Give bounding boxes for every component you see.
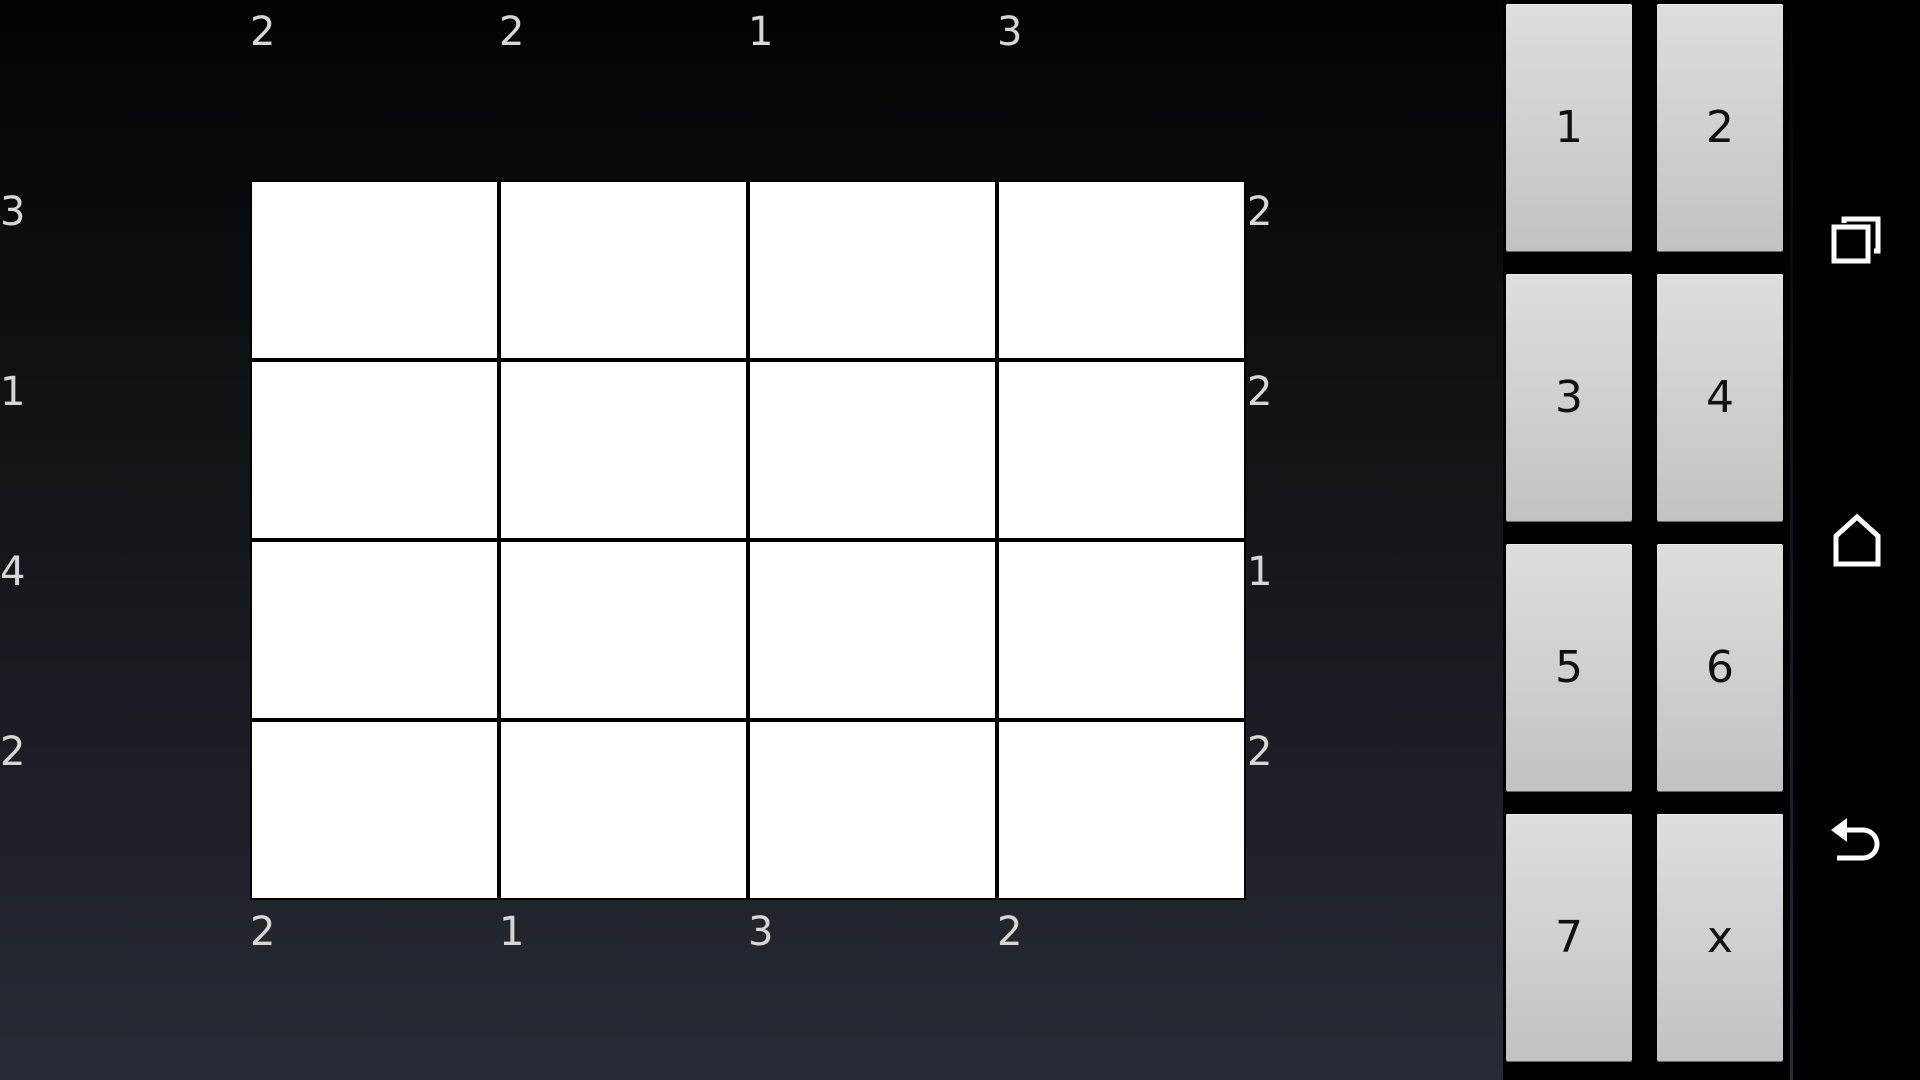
back-button[interactable] xyxy=(1793,780,1920,900)
right-clue-3: 1 xyxy=(1247,549,1273,595)
grid-cell-r3c2[interactable] xyxy=(501,542,746,718)
clear-x-button[interactable]: x xyxy=(1657,814,1783,1061)
key-4-button[interactable]: 4 xyxy=(1657,274,1783,521)
home-icon xyxy=(1833,513,1880,567)
bottom-clue-2: 1 xyxy=(499,909,525,955)
recent-apps-icon xyxy=(1831,216,1880,264)
right-clue-1: 2 xyxy=(1247,189,1273,235)
right-clue-2: 2 xyxy=(1247,369,1273,415)
grid-cell-r1c1[interactable] xyxy=(252,182,497,358)
grid-cell-r1c4[interactable] xyxy=(999,182,1244,358)
bottom-clue-4: 2 xyxy=(997,909,1023,955)
grid-cell-r1c3[interactable] xyxy=(750,182,995,358)
left-clue-3: 4 xyxy=(0,549,26,595)
top-clue-2: 2 xyxy=(499,9,525,55)
back-icon xyxy=(1830,818,1879,861)
key-3-button[interactable]: 3 xyxy=(1506,274,1632,521)
bottom-clue-1: 2 xyxy=(250,909,276,955)
bottom-clue-3: 3 xyxy=(748,909,774,955)
grid-cell-r2c4[interactable] xyxy=(999,362,1244,538)
left-clue-1: 3 xyxy=(0,189,26,235)
grid-cell-r3c4[interactable] xyxy=(999,542,1244,718)
key-1-button[interactable]: 1 xyxy=(1506,4,1632,251)
key-2-button[interactable]: 2 xyxy=(1657,4,1783,251)
grid-cell-r1c2[interactable] xyxy=(501,182,746,358)
puzzle-grid xyxy=(250,180,1246,900)
grid-cell-r3c1[interactable] xyxy=(252,542,497,718)
key-5-button[interactable]: 5 xyxy=(1506,544,1632,791)
right-clue-4: 2 xyxy=(1247,729,1273,775)
number-keypad: 1 2 3 4 5 6 7 x xyxy=(1503,0,1790,1080)
puzzle-screen: 2 2 1 3 3 1 4 2 2 2 1 2 2 1 3 2 1 2 3 4 … xyxy=(0,0,1920,1080)
grid-cell-r2c1[interactable] xyxy=(252,362,497,538)
grid-cell-r2c3[interactable] xyxy=(750,362,995,538)
key-7-button[interactable]: 7 xyxy=(1506,814,1632,1061)
left-clue-2: 1 xyxy=(0,369,26,415)
grid-cell-r3c3[interactable] xyxy=(750,542,995,718)
grid-cell-r4c3[interactable] xyxy=(750,722,995,898)
grid-cell-r4c2[interactable] xyxy=(501,722,746,898)
navigation-bar xyxy=(1793,0,1920,1080)
grid-cell-r2c2[interactable] xyxy=(501,362,746,538)
home-button[interactable] xyxy=(1793,480,1920,600)
key-6-button[interactable]: 6 xyxy=(1657,544,1783,791)
top-clue-1: 2 xyxy=(250,9,276,55)
grid-cell-r4c1[interactable] xyxy=(252,722,497,898)
top-clue-3: 1 xyxy=(748,9,774,55)
grid-cell-r4c4[interactable] xyxy=(999,722,1244,898)
top-clue-4: 3 xyxy=(997,9,1023,55)
left-clue-4: 2 xyxy=(0,729,26,775)
recent-apps-button[interactable] xyxy=(1793,180,1920,300)
